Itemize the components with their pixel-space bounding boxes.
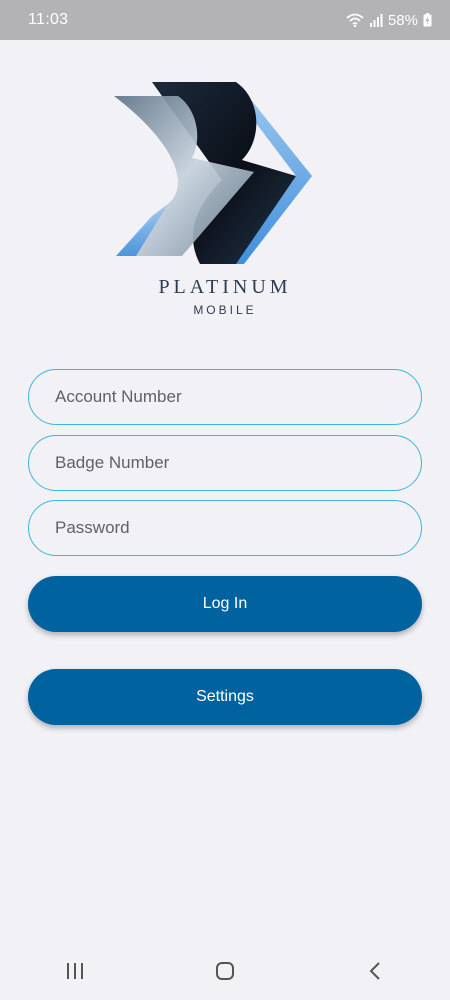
home-icon[interactable] bbox=[195, 951, 255, 991]
brand-name: PLATINUM bbox=[158, 276, 292, 298]
brand-logo bbox=[112, 80, 314, 266]
settings-button[interactable]: Settings bbox=[28, 669, 422, 725]
status-bar: 11:03 58% bbox=[0, 0, 450, 40]
battery-charging-icon bbox=[423, 13, 432, 27]
login-button[interactable]: Log In bbox=[28, 576, 422, 632]
brand-subtitle: MOBILE bbox=[193, 303, 257, 317]
status-icons: 58% bbox=[346, 12, 432, 29]
wifi-icon bbox=[346, 13, 364, 27]
recents-icon[interactable] bbox=[45, 951, 105, 991]
signal-icon bbox=[369, 13, 383, 27]
back-icon[interactable] bbox=[345, 951, 405, 991]
navigation-bar bbox=[0, 942, 450, 1000]
status-time: 11:03 bbox=[28, 11, 69, 28]
password-field[interactable] bbox=[28, 500, 422, 556]
account-number-field[interactable] bbox=[28, 369, 422, 425]
battery-percent: 58% bbox=[387, 11, 418, 29]
password-input[interactable] bbox=[53, 517, 421, 539]
badge-number-field[interactable] bbox=[28, 435, 422, 491]
account-number-input[interactable] bbox=[53, 386, 421, 408]
badge-number-input[interactable] bbox=[53, 452, 421, 474]
